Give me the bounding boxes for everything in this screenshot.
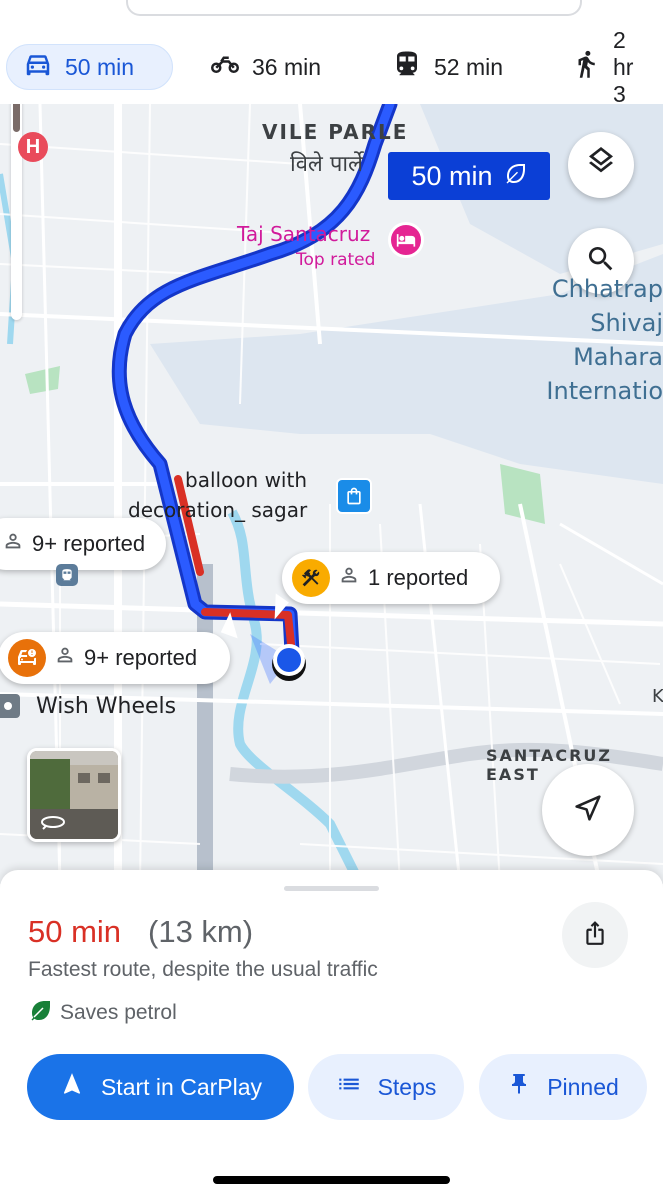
walk-icon [571,49,601,85]
leaf-icon [503,161,527,192]
poi-shop-name-line1[interactable]: balloon with [185,468,307,492]
street-view-thumbnail[interactable] [27,748,121,842]
layers-button[interactable] [568,132,634,198]
poi-hotel-tag: Top rated [296,250,376,270]
crash-icon [8,639,46,677]
pin-icon [507,1072,531,1102]
list-icon [336,1071,362,1103]
airport-label: Chhatrap Shivaj Mahara Internatio [546,272,663,408]
route-duration: 50 min [28,914,122,949]
search-box[interactable] [126,0,582,16]
mode-tab-driving[interactable]: 50 min [6,44,173,90]
mode-time: 50 min [65,53,135,80]
train-station-icon[interactable] [56,564,78,586]
shopping-bag-icon[interactable] [336,478,372,514]
map-scroll-handle[interactable] [11,104,22,320]
airport-label-line: Shivaj [590,309,663,337]
train-icon [392,49,422,85]
area-label-vile-parle-hindi: विले पार्ले [290,152,363,177]
report-count: 9+ reported [32,531,146,556]
pinned-button[interactable]: Pinned [479,1054,647,1120]
eco-label: Saves petrol [60,1001,177,1024]
steps-label: Steps [377,1073,437,1100]
navigation-arrow-icon [571,791,605,830]
travel-mode-bar: 50 min 36 min 52 min 2 hr 3 [0,27,663,107]
roadwork-report-bubble[interactable]: 1 reported [282,552,500,604]
mode-tab-walking[interactable]: 2 hr 3 [555,27,663,107]
report-count: 9+ reported [84,645,198,670]
navigation-arrow-icon [59,1071,85,1103]
layers-icon [585,146,617,184]
person-icon [338,564,360,592]
route-badge-time: 50 min [411,160,493,191]
person-icon [2,530,24,558]
report-count: 1 reported [368,565,469,590]
person-icon [54,644,76,672]
home-indicator [213,1176,450,1184]
airport-label-line: Internatio [546,377,663,405]
roadwork-icon [292,559,330,597]
mode-time: 36 min [252,53,322,80]
leaf-icon [28,998,52,1028]
hospital-icon[interactable]: H [18,132,48,162]
mode-tab-transit[interactable]: 52 min [376,44,519,90]
route-details-sheet[interactable]: 50 min (13 km) Fastest route, despite th… [0,870,663,1200]
area-label-edge: K [652,686,663,707]
recenter-button[interactable] [542,764,634,856]
poi-shop-name-line2[interactable]: decoration_ sagar [128,498,307,522]
start-label: Start in CarPlay [100,1073,263,1100]
area-label-vile-parle: VILE PARLE [262,120,409,144]
route-distance: (13 km) [148,914,254,949]
mode-tab-motorbike[interactable]: 36 min [194,44,337,90]
car-icon [23,49,53,85]
airport-label-line: Mahara [573,343,663,371]
eco-note: Saves petrol [28,998,177,1028]
share-icon [582,920,608,951]
motorbike-icon [210,49,240,85]
pinned-label: Pinned [547,1073,619,1100]
start-carplay-button[interactable]: Start in CarPlay [27,1054,294,1120]
traffic-report-bubble[interactable]: 9+ reported [0,518,166,570]
hotel-icon[interactable] [388,222,424,258]
route-time-badge[interactable]: 50 min [388,152,550,200]
share-button[interactable] [562,902,628,968]
mode-time: 2 hr 3 [613,26,634,107]
poi-hotel-name[interactable]: Taj Santacruz [237,222,370,246]
place-marker-icon[interactable] [0,694,20,718]
map-view[interactable]: H VILE PARLE विले पार्ले 50 min Taj Sant… [0,104,663,884]
route-description: Fastest route, despite the usual traffic [28,958,378,981]
mode-time: 52 min [434,53,504,80]
steps-button[interactable]: Steps [308,1054,464,1120]
airport-label-line: Chhatrap [551,275,663,303]
rotate-360-icon [40,814,66,835]
poi-wish-wheels[interactable]: Wish Wheels [36,694,176,719]
crash-report-bubble[interactable]: 9+ reported [0,632,230,684]
sheet-drag-handle[interactable] [284,886,379,891]
